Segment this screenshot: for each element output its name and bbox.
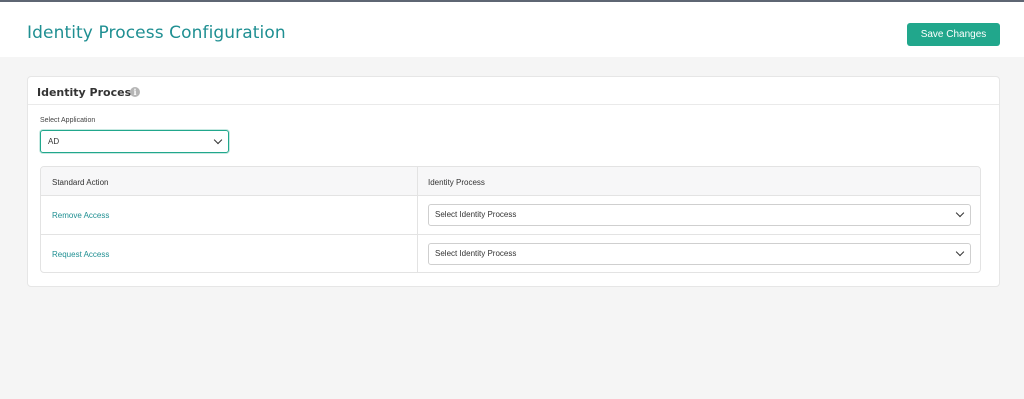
table-row: Request Access Select Identity Process: [41, 235, 980, 272]
table-row: Remove Access Select Identity Process: [41, 196, 980, 235]
application-select-value: AD: [48, 137, 60, 146]
chevron-down-icon: [955, 208, 965, 218]
application-select[interactable]: AD: [40, 130, 229, 153]
column-header-standard-action: Standard Action: [52, 178, 109, 187]
identity-process-card: Identity Process i Select Application AD…: [27, 76, 1000, 287]
identity-process-select[interactable]: Select Identity Process: [428, 243, 971, 265]
save-changes-button[interactable]: Save Changes: [907, 23, 1000, 46]
card-title: Identity Process: [37, 86, 138, 99]
identity-process-select[interactable]: Select Identity Process: [428, 204, 971, 226]
chevron-down-icon: [213, 135, 223, 145]
card-header: Identity Process i: [28, 77, 999, 105]
action-link-request-access[interactable]: Request Access: [52, 250, 109, 259]
page-header: Identity Process Configuration Save Chan…: [0, 2, 1024, 57]
table-header: Standard Action Identity Process: [41, 167, 980, 196]
actions-table: Standard Action Identity Process Remove …: [40, 166, 981, 273]
chevron-down-icon: [955, 247, 965, 257]
select-application-label: Select Application: [40, 117, 96, 124]
identity-process-select-value: Select Identity Process: [435, 210, 517, 219]
identity-process-select-value: Select Identity Process: [435, 249, 517, 258]
info-icon[interactable]: i: [130, 87, 140, 97]
column-header-identity-process: Identity Process: [428, 178, 485, 187]
action-link-remove-access[interactable]: Remove Access: [52, 211, 109, 220]
page-title: Identity Process Configuration: [27, 23, 286, 43]
